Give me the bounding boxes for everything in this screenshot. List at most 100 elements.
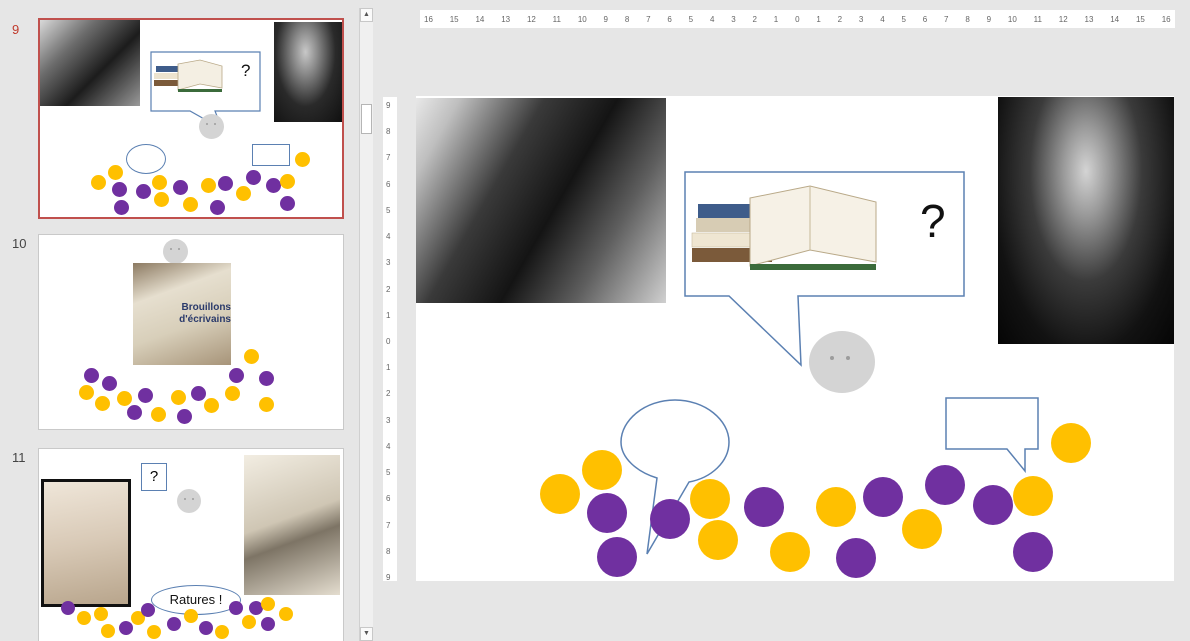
- question-mark: ?: [920, 195, 946, 247]
- yellow-dot: [94, 607, 108, 621]
- purple-dot: [191, 386, 206, 401]
- yellow-dot: [902, 509, 942, 549]
- ruler-tick-label: 6: [386, 179, 391, 189]
- yellow-dot: [540, 474, 580, 514]
- scrollbar-thumb[interactable]: [361, 104, 372, 134]
- speech-bubble-small: [252, 144, 290, 166]
- purple-dot: [127, 405, 142, 420]
- ruler-tick-label: 4: [709, 14, 715, 24]
- yellow-dot: [242, 615, 256, 629]
- purple-dot: [136, 184, 151, 199]
- purple-dot: [261, 617, 275, 631]
- ruler-tick-label: 8: [386, 546, 391, 556]
- yellow-dot: [151, 407, 166, 422]
- purple-dot: [167, 617, 181, 631]
- vertical-ruler: 9 8 7 6 5 4 3 2 1 0 1 2 3 4 5 6 7 8 9: [383, 97, 397, 582]
- yellow-dot: [770, 532, 810, 572]
- ruler-tick-label: 10: [1007, 14, 1017, 24]
- books-icon: [691, 185, 877, 270]
- gray-face-icon: [163, 239, 188, 264]
- slide-number-10: 10: [12, 236, 27, 251]
- purple-dot: [210, 200, 225, 215]
- ruler-tick-label: 0: [795, 14, 800, 24]
- yellow-dot: [295, 152, 310, 167]
- ruler-tick-label: 8: [624, 14, 630, 24]
- purple-dot: [744, 487, 784, 527]
- ruler-tick-label: 13: [501, 14, 511, 24]
- gray-face-icon: [809, 331, 875, 393]
- ruler-tick-label: 8: [386, 127, 391, 137]
- purple-dot: [173, 180, 188, 195]
- yellow-dot: [1051, 423, 1091, 463]
- ruler-tick-label: 1: [386, 363, 391, 373]
- purple-dot: [587, 493, 627, 533]
- ruler-tick-label: 9: [603, 14, 608, 24]
- ruler-tick-label: 0: [386, 337, 391, 346]
- ruler-tick-label: 12: [526, 14, 536, 24]
- purple-dot: [141, 603, 155, 617]
- yellow-dot: [91, 175, 106, 190]
- yellow-dot: [259, 397, 274, 412]
- ruler-tick-label: 3: [386, 258, 391, 268]
- purple-dot: [112, 182, 127, 197]
- scroll-down-button[interactable]: ▼: [360, 627, 373, 641]
- ruler-tick-label: 2: [837, 14, 843, 24]
- thumbnail-scrollbar[interactable]: ▲ ▼: [359, 8, 373, 641]
- speech-bubble-small: [945, 397, 1039, 474]
- ruler-tick-label: 8: [965, 14, 970, 24]
- gray-face-icon: [199, 114, 224, 139]
- yellow-dot: [279, 607, 293, 621]
- yellow-dot: [108, 165, 123, 180]
- ruler-tick-label: 9: [986, 14, 992, 24]
- yellow-dot: [690, 479, 730, 519]
- slide-thumbnail-10[interactable]: Brouillons d'écrivains: [38, 234, 344, 430]
- ruler-tick-label: 16: [424, 14, 433, 24]
- yellow-dot: [147, 625, 161, 639]
- ruler-tick-label: 1: [386, 310, 391, 320]
- yellow-dot: [1013, 476, 1053, 516]
- yellow-dot: [261, 597, 275, 611]
- ruler-tick-label: 6: [667, 14, 672, 24]
- ruler-tick-label: 2: [752, 14, 757, 24]
- yellow-dot: [184, 609, 198, 623]
- yellow-dot: [77, 611, 91, 625]
- purple-dot: [597, 537, 637, 577]
- purple-dot: [199, 621, 213, 635]
- ruler-tick-label: 10: [577, 14, 587, 24]
- ruler-tick-label: 5: [386, 468, 391, 478]
- man-portrait-photo: [998, 97, 1174, 344]
- purple-dot: [266, 178, 281, 193]
- ruler-tick-label: 7: [386, 153, 391, 163]
- purple-dot: [84, 368, 99, 383]
- yellow-dot: [236, 186, 251, 201]
- ruler-tick-label: 5: [386, 205, 391, 215]
- purple-dot: [246, 170, 261, 185]
- ruler-tick-label: 3: [731, 14, 736, 24]
- ruler-tick-label: 7: [944, 14, 949, 24]
- yellow-dot: [215, 625, 229, 639]
- yellow-dot: [154, 192, 169, 207]
- ruler-tick-label: 12: [1058, 14, 1068, 24]
- slide-thumbnail-9[interactable]: ?: [38, 18, 344, 219]
- ruler-tick-label: 4: [386, 441, 391, 451]
- annotated-manuscript-photo: [244, 455, 340, 595]
- purple-dot: [114, 200, 129, 215]
- slide-canvas[interactable]: ?: [416, 96, 1174, 581]
- yellow-dot: [117, 391, 132, 406]
- scroll-up-button[interactable]: ▲: [360, 8, 373, 22]
- purple-dot: [650, 499, 690, 539]
- manuscript-page-photo: [41, 479, 131, 607]
- yellow-dot: [101, 624, 115, 638]
- ruler-tick-label: 15: [449, 14, 459, 24]
- yellow-dot: [152, 175, 167, 190]
- yellow-dot: [225, 386, 240, 401]
- ruler-tick-label: 3: [858, 14, 864, 24]
- slide-thumbnail-11[interactable]: ? Ratures !: [38, 448, 344, 641]
- question-mark: ?: [241, 61, 251, 80]
- purple-dot: [280, 196, 295, 211]
- purple-dot: [229, 368, 244, 383]
- yellow-dot: [95, 396, 110, 411]
- slide-number-11: 11: [12, 450, 26, 465]
- yellow-dot: [183, 197, 198, 212]
- ruler-tick-label: 15: [1135, 14, 1145, 24]
